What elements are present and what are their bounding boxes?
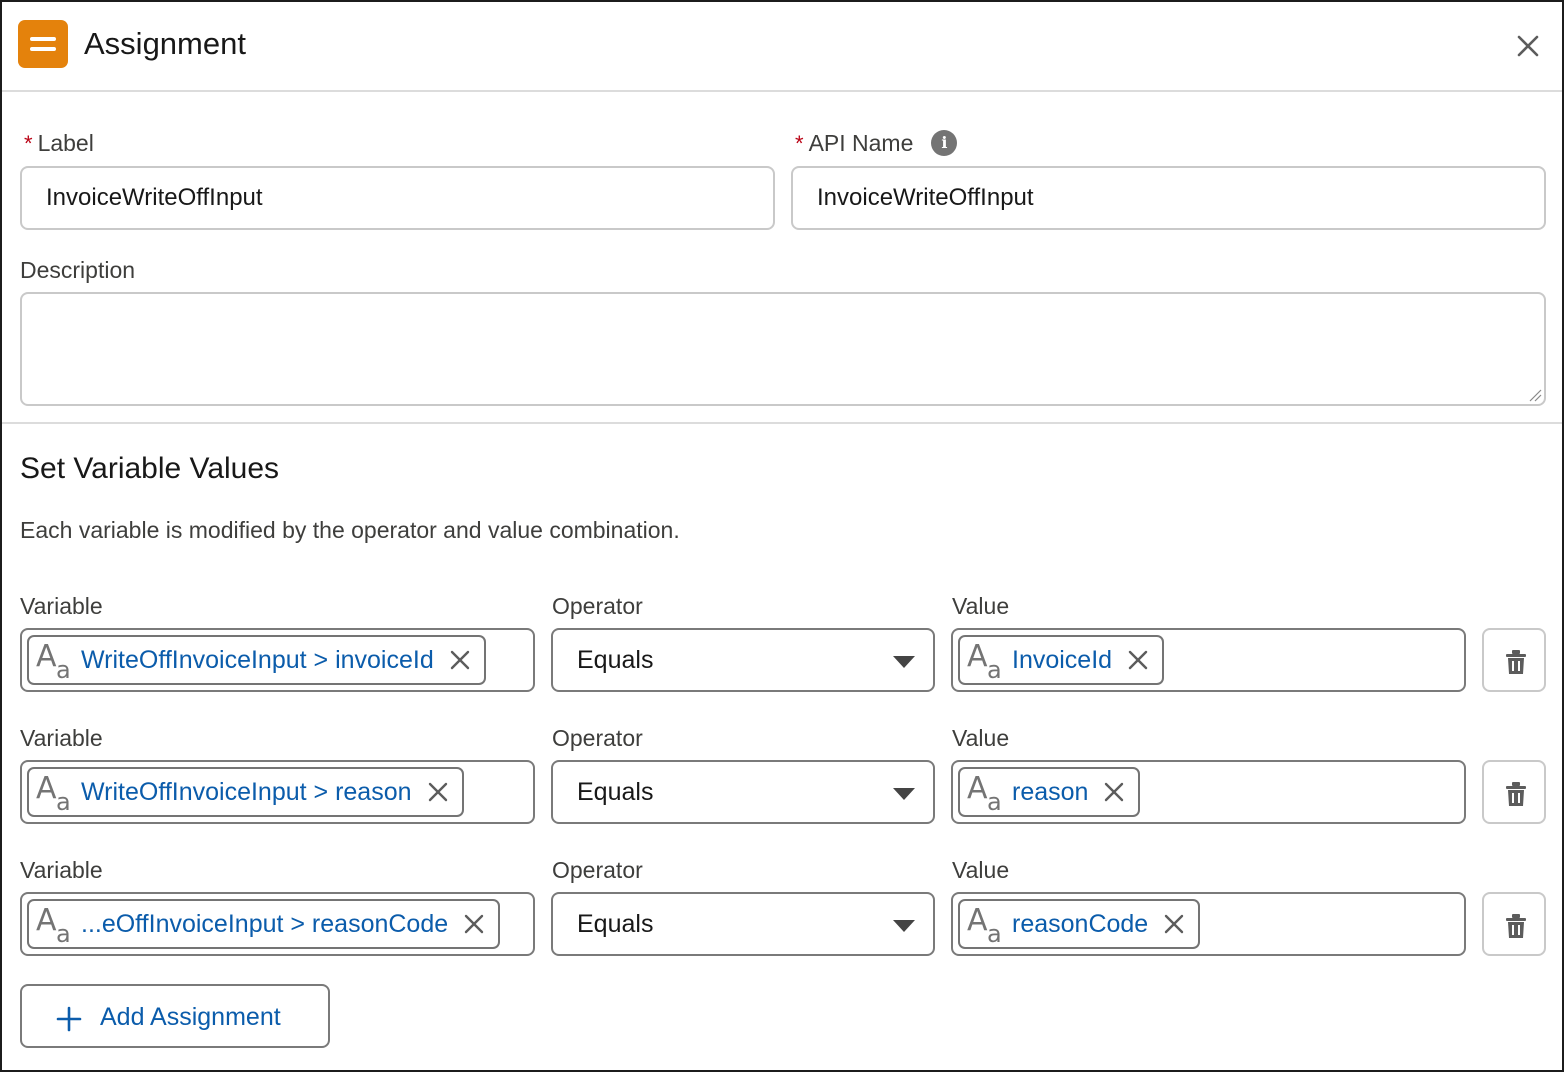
text-type-icon: Aa bbox=[36, 639, 71, 682]
variable-pill[interactable]: Aa ...eOffInvoiceInput > reasonCode bbox=[27, 899, 501, 949]
variable-column-label: Variable bbox=[20, 857, 103, 883]
value-column-label: Value bbox=[952, 725, 1010, 751]
svg-text:A: A bbox=[36, 639, 57, 674]
assignment-icon bbox=[18, 20, 68, 68]
trash-icon bbox=[1506, 782, 1526, 806]
plus-icon bbox=[56, 1006, 82, 1032]
trash-icon bbox=[1506, 914, 1526, 938]
operator-select[interactable]: Equals bbox=[551, 628, 935, 692]
value-pill[interactable]: Aa reason bbox=[958, 767, 1141, 817]
remove-variable-icon[interactable] bbox=[462, 912, 486, 936]
operator-column-label: Operator bbox=[552, 593, 643, 619]
delete-assignment-button[interactable] bbox=[1482, 628, 1546, 692]
value-pill-label: reason bbox=[1012, 777, 1089, 806]
text-type-icon: Aa bbox=[967, 903, 1002, 946]
operator-value: Equals bbox=[577, 778, 654, 806]
variable-column-label: Variable bbox=[20, 593, 103, 619]
description-textarea[interactable] bbox=[20, 292, 1546, 406]
add-assignment-label: Add Assignment bbox=[100, 1003, 281, 1031]
api-name-field-label: * API Name i bbox=[795, 129, 958, 157]
svg-text:A: A bbox=[36, 771, 57, 806]
remove-value-icon[interactable] bbox=[1162, 912, 1186, 936]
value-pill[interactable]: Aa reasonCode bbox=[958, 899, 1201, 949]
text-type-icon: Aa bbox=[36, 771, 71, 814]
variable-pill[interactable]: Aa WriteOffInvoiceInput > invoiceId bbox=[27, 635, 486, 685]
operator-value: Equals bbox=[577, 910, 654, 938]
value-combobox[interactable]: Aa InvoiceId bbox=[951, 628, 1466, 692]
close-button[interactable] bbox=[1512, 30, 1544, 62]
value-combobox[interactable]: Aa reason bbox=[951, 760, 1466, 824]
variable-pill-label: WriteOffInvoiceInput > invoiceId bbox=[81, 645, 434, 674]
dropdown-arrow-icon bbox=[893, 920, 915, 932]
label-input[interactable] bbox=[20, 166, 775, 230]
value-pill-label: reasonCode bbox=[1012, 909, 1149, 938]
operator-value: Equals bbox=[577, 646, 654, 674]
svg-text:a: a bbox=[987, 656, 1002, 682]
dropdown-arrow-icon bbox=[893, 788, 915, 800]
value-column-label: Value bbox=[952, 593, 1010, 619]
svg-text:a: a bbox=[987, 920, 1002, 946]
remove-value-icon[interactable] bbox=[1102, 780, 1126, 804]
text-type-icon: Aa bbox=[36, 903, 71, 946]
value-pill-label: InvoiceId bbox=[1012, 645, 1113, 674]
label-field-label: * Label bbox=[24, 130, 94, 156]
svg-text:a: a bbox=[56, 920, 71, 946]
variable-combobox[interactable]: Aa ...eOffInvoiceInput > reasonCode bbox=[20, 892, 535, 956]
svg-text:a: a bbox=[56, 788, 71, 814]
svg-text:A: A bbox=[36, 903, 57, 938]
info-icon[interactable]: i bbox=[931, 129, 958, 156]
close-icon bbox=[1517, 35, 1539, 57]
trash-icon bbox=[1506, 650, 1526, 674]
operator-column-label: Operator bbox=[552, 725, 643, 751]
variable-pill-label: WriteOffInvoiceInput > reason bbox=[81, 777, 412, 806]
modal-title: Assignment bbox=[84, 26, 246, 61]
text-type-icon: Aa bbox=[967, 639, 1002, 682]
variable-pill[interactable]: Aa WriteOffInvoiceInput > reason bbox=[27, 767, 464, 817]
value-combobox[interactable]: Aa reasonCode bbox=[951, 892, 1466, 956]
text-type-icon: Aa bbox=[967, 771, 1002, 814]
svg-text:a: a bbox=[56, 656, 71, 682]
svg-text:a: a bbox=[987, 788, 1002, 814]
remove-variable-icon[interactable] bbox=[426, 780, 450, 804]
section-description: Each variable is modified by the operato… bbox=[20, 517, 680, 543]
section-divider bbox=[2, 422, 1562, 424]
resize-grip-icon[interactable] bbox=[1528, 388, 1542, 402]
operator-select[interactable]: Equals bbox=[551, 760, 935, 824]
variable-column-label: Variable bbox=[20, 725, 103, 751]
operator-select[interactable]: Equals bbox=[551, 892, 935, 956]
description-field-label: Description bbox=[20, 257, 136, 283]
value-pill[interactable]: Aa InvoiceId bbox=[958, 635, 1165, 685]
svg-text:A: A bbox=[967, 639, 988, 674]
assignment-modal: Assignment *Label *API Namei Description… bbox=[0, 0, 1564, 1072]
delete-assignment-button[interactable] bbox=[1482, 760, 1546, 824]
dropdown-arrow-icon bbox=[893, 656, 915, 668]
modal-header: Assignment bbox=[2, 2, 1562, 92]
operator-column-label: Operator bbox=[552, 857, 643, 883]
api-name-input[interactable] bbox=[791, 166, 1546, 230]
remove-variable-icon[interactable] bbox=[448, 648, 472, 672]
delete-assignment-button[interactable] bbox=[1482, 892, 1546, 956]
remove-value-icon[interactable] bbox=[1126, 648, 1150, 672]
variable-combobox[interactable]: Aa WriteOffInvoiceInput > invoiceId bbox=[20, 628, 535, 692]
variable-combobox[interactable]: Aa WriteOffInvoiceInput > reason bbox=[20, 760, 535, 824]
svg-text:A: A bbox=[967, 903, 988, 938]
add-assignment-button[interactable]: Add Assignment bbox=[20, 984, 330, 1048]
section-title: Set Variable Values bbox=[20, 452, 280, 485]
svg-text:A: A bbox=[967, 771, 988, 806]
value-column-label: Value bbox=[952, 857, 1010, 883]
variable-pill-label: ...eOffInvoiceInput > reasonCode bbox=[81, 909, 449, 938]
